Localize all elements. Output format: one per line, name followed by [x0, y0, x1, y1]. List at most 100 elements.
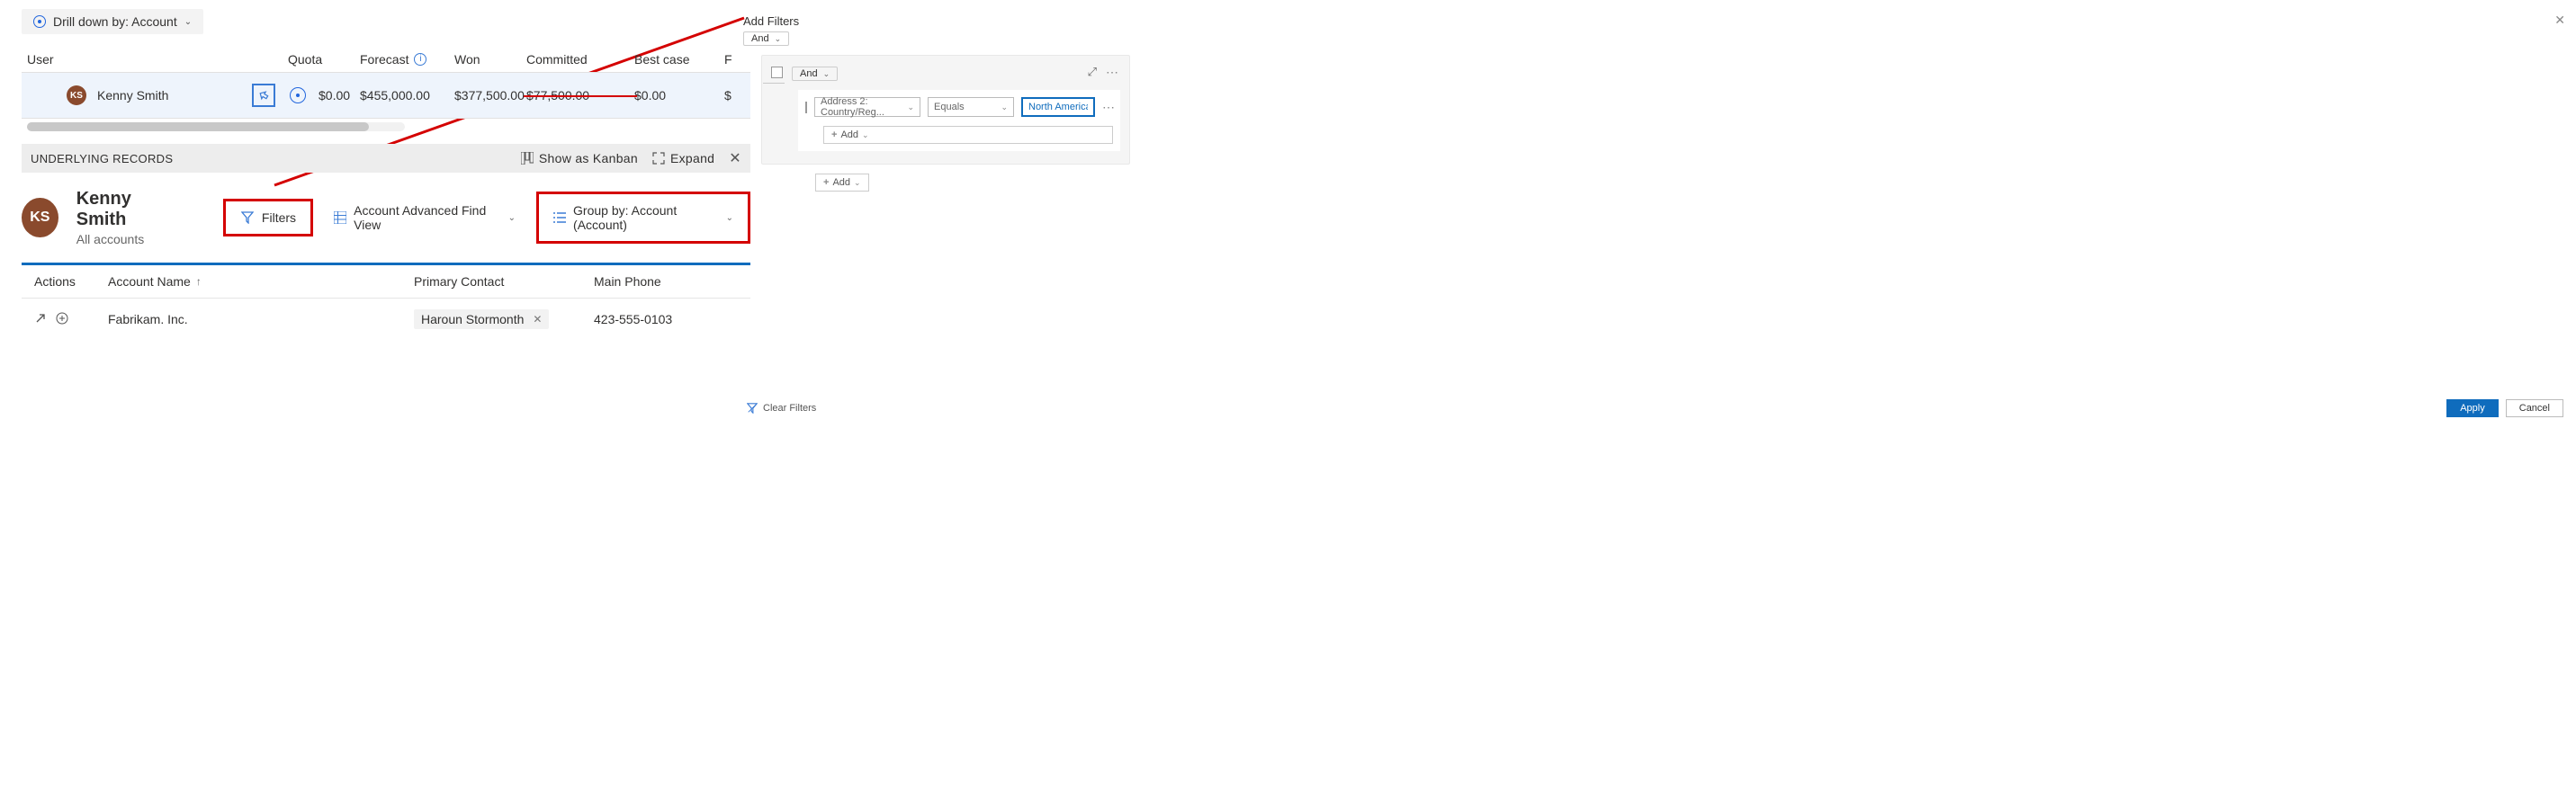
chevron-down-icon: ⌄: [1001, 103, 1008, 112]
col-main-phone[interactable]: Main Phone: [594, 274, 738, 289]
user-name: Kenny Smith: [97, 88, 168, 103]
avatar: KS: [22, 198, 58, 237]
add-filters-title: Add Filters: [743, 14, 1400, 28]
sort-up-icon: ↑: [196, 275, 202, 288]
value-input[interactable]: [1021, 97, 1095, 117]
plus-icon: +: [823, 177, 829, 188]
col-committed[interactable]: Committed: [526, 52, 634, 67]
more-icon[interactable]: ⋯: [1106, 65, 1120, 80]
group-by-button[interactable]: Group by: Account (Account) ⌄: [536, 192, 750, 244]
view-selector-button[interactable]: Account Advanced Find View ⌄: [322, 197, 527, 238]
groupby-label: Group by: Account (Account): [573, 203, 715, 232]
chevron-down-icon: ⌄: [862, 130, 869, 140]
add-icon[interactable]: [56, 312, 68, 327]
filter-group: And ⌄ ⤢ ⋯ Address 2: Country/Reg... ⌄ Eq…: [761, 55, 1130, 165]
chevron-down-icon: ⌄: [823, 69, 830, 79]
group-and-chip[interactable]: And ⌄: [792, 67, 838, 81]
forecast-view: Drill down by: Account ⌄ User Quota Fore…: [22, 9, 750, 340]
field-label: Address 2: Country/Reg...: [821, 96, 907, 118]
show-kanban-button[interactable]: Show as Kanban: [521, 151, 638, 165]
col-bestcase[interactable]: Best case: [634, 52, 724, 67]
record-name: Kenny Smith: [76, 189, 178, 230]
col-forecast[interactable]: Forecast i: [360, 52, 454, 67]
info-icon[interactable]: i: [414, 53, 426, 66]
col-user[interactable]: User: [27, 52, 288, 67]
record-subtitle: All accounts: [76, 232, 178, 246]
avatar: KS: [67, 85, 86, 105]
col-quota[interactable]: Quota: [288, 52, 360, 67]
cell-won: $377,500.00: [454, 88, 526, 103]
col-account-label: Account Name: [108, 274, 191, 289]
table-header: Actions Account Name ↑ Primary Contact M…: [22, 265, 750, 299]
add-label: Add: [840, 129, 858, 140]
col-forecast-label: Forecast: [360, 52, 408, 67]
chevron-down-icon: ⌄: [907, 103, 914, 112]
close-icon[interactable]: ✕: [729, 149, 741, 167]
plus-icon: +: [831, 129, 837, 140]
filter-icon: [240, 210, 255, 225]
chevron-down-icon: ⌄: [184, 17, 192, 27]
col-primary-contact[interactable]: Primary Contact: [414, 274, 594, 289]
expand-label: Expand: [670, 151, 714, 165]
expand-icon[interactable]: ⤢: [1088, 65, 1097, 80]
add-group-button[interactable]: + Add ⌄: [815, 174, 869, 192]
col-more: F: [724, 52, 742, 67]
add-condition-button[interactable]: + Add ⌄: [823, 126, 1113, 144]
chevron-down-icon: ⌄: [726, 213, 733, 223]
chevron-down-icon: ⌄: [854, 178, 861, 188]
cell-quota: $0.00: [319, 88, 350, 103]
condition-and-chip[interactable]: And ⌄: [743, 31, 789, 46]
filter-condition-block: Address 2: Country/Reg... ⌄ Equals ⌄ ⋯ +…: [798, 90, 1120, 151]
col-account-name[interactable]: Account Name ↑: [108, 274, 414, 289]
kanban-label: Show as Kanban: [539, 151, 638, 165]
scrollbar-thumb[interactable]: [27, 122, 369, 131]
cell-bestcase: $0.00: [634, 88, 724, 103]
target-icon[interactable]: [290, 87, 306, 103]
filters-button[interactable]: Filters: [223, 199, 313, 236]
field-select[interactable]: Address 2: Country/Reg... ⌄: [814, 97, 920, 117]
record-header: KS Kenny Smith All accounts Filters Acco…: [22, 189, 750, 246]
filter-condition-row: Address 2: Country/Reg... ⌄ Equals ⌄ ⋯: [805, 97, 1113, 117]
kanban-icon: [521, 152, 534, 165]
filter-panel-footer: Clear Filters Apply Cancel: [743, 396, 2567, 421]
table-row[interactable]: Fabrikam. Inc. Haroun Stormonth ✕ 423-55…: [22, 299, 750, 340]
expand-icon: [652, 152, 665, 165]
filters-label: Filters: [262, 210, 296, 225]
drill-label: Drill down by: Account: [53, 14, 177, 29]
open-record-icon[interactable]: [34, 312, 47, 327]
drill-down-button[interactable]: Drill down by: Account ⌄: [22, 9, 203, 34]
cell-forecast: $455,000.00: [360, 88, 454, 103]
group-checkbox[interactable]: [771, 67, 783, 78]
grid-icon: [334, 210, 346, 225]
user-row[interactable]: KS Kenny Smith $0.00 $455,000.00 $377,50…: [22, 72, 750, 119]
record-toolbar: Filters Account Advanced Find View ⌄ Gro…: [223, 192, 750, 244]
connector-line: [763, 83, 785, 84]
cell-phone: 423-555-0103: [594, 312, 738, 326]
clear-filters-label: Clear Filters: [763, 403, 816, 414]
column-headers: User Quota Forecast i Won Committed Best…: [22, 52, 750, 72]
target-icon: [33, 15, 46, 28]
col-won[interactable]: Won: [454, 52, 526, 67]
clear-filters-button[interactable]: Clear Filters: [747, 403, 816, 414]
cell-more: $: [724, 88, 742, 103]
remove-chip-icon[interactable]: ✕: [533, 313, 542, 326]
cancel-button[interactable]: Cancel: [2506, 399, 2563, 417]
add-filters-panel: Add Filters And ⌄ And ⌄ ⤢ ⋯ Address 2: C…: [743, 14, 1400, 192]
and-label: And: [800, 68, 818, 79]
row-checkbox[interactable]: [805, 102, 807, 113]
view-label: Account Advanced Find View: [354, 203, 497, 232]
underlying-records-bar: UNDERLYING RECORDS Show as Kanban Expand…: [22, 144, 750, 173]
share-icon[interactable]: [252, 84, 275, 107]
operator-select[interactable]: Equals ⌄: [928, 97, 1014, 117]
expand-button[interactable]: Expand: [652, 151, 714, 165]
underlying-title: UNDERLYING RECORDS: [31, 152, 173, 165]
horizontal-scrollbar[interactable]: [27, 122, 405, 131]
col-actions[interactable]: Actions: [34, 274, 108, 289]
close-icon[interactable]: ✕: [2554, 13, 2565, 28]
chevron-down-icon: ⌄: [775, 34, 782, 44]
contact-chip[interactable]: Haroun Stormonth ✕: [414, 309, 549, 329]
and-label: And: [751, 33, 769, 44]
cell-committed: $77,500.00: [526, 88, 634, 103]
apply-button[interactable]: Apply: [2446, 399, 2499, 417]
more-icon[interactable]: ⋯: [1102, 100, 1117, 115]
